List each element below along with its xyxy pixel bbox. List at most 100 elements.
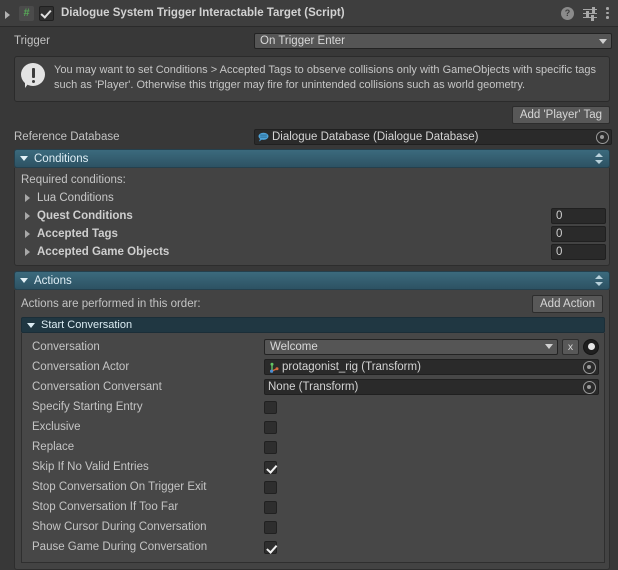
condition-label: Quest Conditions	[37, 210, 133, 222]
toggle-checkbox[interactable]	[264, 400, 277, 414]
component-enabled-checkbox[interactable]	[39, 5, 54, 21]
conditions-section-header[interactable]: Conditions	[14, 149, 610, 168]
trigger-label: Trigger	[14, 35, 50, 47]
header-icon-group: ?	[561, 6, 610, 21]
start-conversation-header[interactable]: Start Conversation	[21, 317, 605, 333]
add-player-tag-button[interactable]: Add 'Player' Tag	[511, 106, 610, 124]
condition-label: Lua Conditions	[37, 192, 114, 204]
transform-icon	[268, 362, 280, 373]
component-title: Dialogue System Trigger Interactable Tar…	[61, 7, 345, 19]
toggle-row-stop-conversation-if-too-far: Stop Conversation If Too Far	[22, 497, 604, 517]
warning-helpbox: You may want to set Conditions > Accepte…	[14, 56, 610, 102]
condition-label: Accepted Game Objects	[37, 246, 170, 258]
conversation-picker-button[interactable]	[583, 338, 599, 355]
condition-count-field[interactable]: 0	[551, 226, 606, 242]
conversation-conversant-objectfield[interactable]: None (Transform)	[264, 379, 599, 395]
add-action-button[interactable]: Add Action	[532, 295, 603, 313]
actions-section-header[interactable]: Actions	[14, 271, 610, 290]
trigger-value: On Trigger Enter	[260, 35, 346, 47]
conversation-actor-value: protagonist_rig (Transform)	[282, 361, 421, 373]
actions-foldout-icon	[20, 278, 28, 283]
reference-database-objectfield[interactable]: Dialogue Database (Dialogue Database)	[254, 129, 612, 145]
object-picker-icon[interactable]	[583, 360, 596, 374]
toggle-checkbox[interactable]	[264, 440, 277, 454]
conversation-actor-label: Conversation Actor	[32, 361, 130, 373]
toggle-label: Stop Conversation If Too Far	[32, 501, 179, 513]
toggle-row-exclusive: Exclusive	[22, 417, 604, 437]
conversation-dropdown[interactable]: Welcome	[264, 338, 558, 355]
reorder-handle-icon[interactable]	[595, 274, 604, 287]
help-icon[interactable]: ?	[561, 6, 574, 20]
conversation-conversant-row: Conversation Conversant None (Transform)	[22, 377, 604, 397]
conversation-actor-row: Conversation Actor protagonist_rig (Tran…	[22, 357, 604, 377]
object-picker-icon[interactable]	[596, 130, 609, 144]
conversation-conversant-label: Conversation Conversant	[32, 381, 162, 393]
trigger-row: Trigger On Trigger Enter	[0, 30, 618, 52]
condition-label: Accepted Tags	[37, 228, 118, 240]
toggle-label: Stop Conversation On Trigger Exit	[32, 481, 207, 493]
toggle-row-show-cursor-during-conversation: Show Cursor During Conversation	[22, 517, 604, 537]
toggle-label: Skip If No Valid Entries	[32, 461, 149, 473]
toggle-checkbox[interactable]	[264, 520, 277, 534]
condition-row-lua[interactable]: Lua Conditions	[15, 189, 609, 207]
toggle-checkbox[interactable]	[264, 540, 277, 554]
actions-header-label: Actions	[34, 274, 72, 287]
warning-text: You may want to set Conditions > Accepte…	[54, 64, 597, 91]
clear-conversation-button[interactable]: x	[562, 338, 579, 355]
conversation-value: Welcome	[270, 340, 318, 353]
component-header[interactable]: # Dialogue System Trigger Interactable T…	[0, 0, 618, 27]
start-conversation-label: Start Conversation	[41, 319, 133, 331]
actions-section-body: Actions are performed in this order: Add…	[14, 290, 610, 570]
foldout-arrow-icon[interactable]	[25, 194, 30, 202]
chevron-down-icon	[545, 344, 553, 349]
object-picker-icon[interactable]	[583, 380, 596, 394]
reference-database-value: Dialogue Database (Dialogue Database)	[272, 131, 479, 143]
toggle-checkbox[interactable]	[264, 460, 277, 474]
chevron-down-icon	[599, 38, 607, 44]
actions-order-row: Actions are performed in this order: Add…	[15, 293, 609, 315]
toggle-row-replace: Replace	[22, 437, 604, 457]
trigger-dropdown[interactable]: On Trigger Enter	[254, 33, 612, 49]
start-conversation-foldout-icon	[27, 322, 35, 328]
toggle-label: Exclusive	[32, 421, 81, 433]
toggle-checkbox[interactable]	[264, 480, 277, 494]
conversation-conversant-value: None (Transform)	[268, 381, 359, 393]
start-conversation-body: Conversation Welcome x Conversation Acto…	[21, 333, 605, 563]
toggle-checkbox[interactable]	[264, 500, 277, 514]
conversation-actor-objectfield[interactable]: protagonist_rig (Transform)	[264, 359, 599, 375]
toggle-label: Specify Starting Entry	[32, 401, 143, 413]
condition-count-field[interactable]: 0	[551, 244, 606, 260]
toggle-label: Show Cursor During Conversation	[32, 521, 207, 533]
inspector-panel: # Dialogue System Trigger Interactable T…	[0, 0, 618, 570]
add-player-tag-row: Add 'Player' Tag	[0, 102, 618, 127]
foldout-arrow-icon[interactable]	[25, 230, 30, 238]
condition-row-accepted-tags[interactable]: Accepted Tags 0	[15, 225, 609, 243]
toggle-label: Replace	[32, 441, 75, 453]
reference-database-row: Reference Database Dialogue Database (Di…	[0, 127, 618, 147]
toggle-row-specify-starting-entry: Specify Starting Entry	[22, 397, 604, 417]
reference-database-label: Reference Database	[14, 131, 120, 143]
actions-order-label: Actions are performed in this order:	[21, 298, 201, 310]
component-foldout-icon[interactable]	[4, 8, 15, 19]
preset-icon[interactable]	[583, 6, 597, 21]
conversation-row: Conversation Welcome x	[22, 336, 604, 357]
toggle-checkbox[interactable]	[264, 420, 277, 434]
kebab-menu-icon[interactable]	[606, 6, 610, 20]
toggle-label: Pause Game During Conversation	[32, 541, 208, 553]
foldout-arrow-icon[interactable]	[25, 248, 30, 256]
reorder-handle-icon[interactable]	[595, 152, 604, 165]
foldout-arrow-icon[interactable]	[25, 212, 30, 220]
conditions-foldout-icon	[20, 156, 28, 161]
condition-row-quest[interactable]: Quest Conditions 0	[15, 207, 609, 225]
condition-count-field[interactable]: 0	[551, 208, 606, 224]
dialogue-database-icon	[258, 132, 270, 142]
toggle-row-skip-if-no-valid-entries: Skip If No Valid Entries	[22, 457, 604, 477]
conversation-label: Conversation	[32, 340, 100, 353]
conditions-header-label: Conditions	[34, 152, 89, 165]
warning-icon	[21, 63, 47, 89]
conditions-section-body: Required conditions: Lua Conditions Ques…	[14, 168, 610, 266]
condition-row-accepted-game-objects[interactable]: Accepted Game Objects 0	[15, 243, 609, 261]
toggle-row-stop-conversation-on-trigger-exit: Stop Conversation On Trigger Exit	[22, 477, 604, 497]
csharp-script-icon: #	[19, 5, 34, 21]
required-conditions-label: Required conditions:	[21, 174, 126, 186]
